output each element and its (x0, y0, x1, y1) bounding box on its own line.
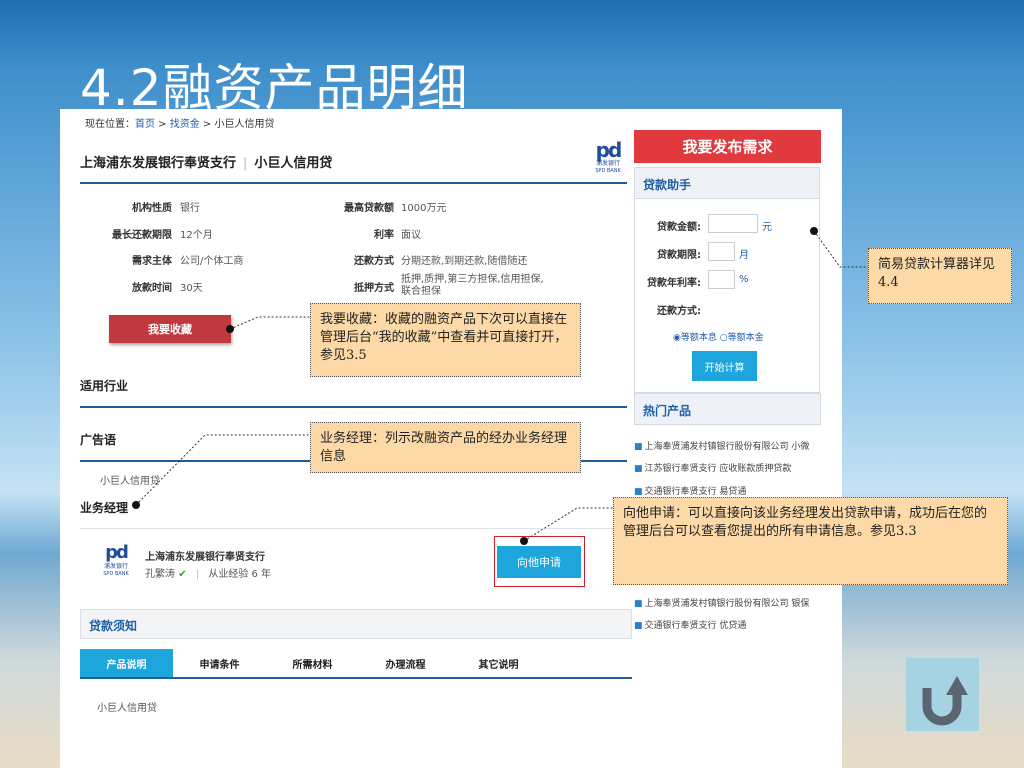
breadcrumb-section-link[interactable]: 找资金 (170, 119, 200, 130)
hot-product-item[interactable]: ■ 上海奉贤浦发村镇银行股份有限公司 小微 (634, 439, 809, 452)
manager-separator: | (195, 569, 200, 580)
calc-method-options: ◉等额本息 ○等额本金 (673, 330, 764, 343)
slogan-text: 小巨人信用贷 (100, 476, 160, 487)
info-value: 30天 (180, 283, 203, 294)
notice-content: 小巨人信用贷 (97, 703, 157, 714)
apply-to-manager-button[interactable]: 向他申请 (497, 546, 581, 578)
calc-term-unit: 月 (739, 250, 749, 261)
info-label: 还款方式 (354, 256, 394, 267)
calc-term-label: 贷款期限: (657, 250, 701, 261)
breadcrumb-separator: > (199, 119, 215, 130)
hot-product-item[interactable]: ■ 上海奉贤浦发村镇银行股份有限公司 银保 (634, 596, 809, 609)
product-bank-name: 上海浦东发展银行奉贤支行 (80, 156, 237, 171)
product-heading: 上海浦东发展银行奉贤支行 | 小巨人信用贷 (80, 152, 332, 171)
spd-logo-cn: 浦发银行 (595, 160, 620, 167)
hot-product-item[interactable]: ■ 交通银行奉贤支行 优贷通 (634, 618, 746, 631)
breadcrumb-home-link[interactable]: 首页 (135, 119, 155, 130)
callout-favorite: 我要收藏：收藏的融资产品下次可以直接在管理后台“我的收藏”中查看并可直接打开，参… (310, 303, 581, 377)
info-value: 公司/个体工商 (180, 256, 244, 267)
heading-divider (80, 182, 627, 184)
callout-manager: 业务经理：列示改融资产品的经办业务经理信息 (310, 422, 581, 473)
bullet-square-icon: ■ (634, 621, 643, 631)
info-value: 12个月 (180, 230, 213, 241)
manager-name: 孔繁涛 (145, 569, 175, 580)
calc-amount-unit: 元 (762, 222, 772, 233)
loan-helper-title: 贷款助手 (635, 168, 819, 199)
tab-other[interactable]: 其它说明 (452, 649, 545, 677)
hot-product-text: 上海奉贤浦发村镇银行股份有限公司 小微 (644, 442, 810, 452)
loan-helper-panel: 贷款助手 贷款金额: 元 贷款期限: 月 贷款年利率: % 还款方式: ◉等额本… (634, 167, 820, 393)
info-label: 最高贷款额 (344, 203, 394, 214)
radio-equal-installment[interactable]: ◉等额本息 (673, 333, 717, 343)
breadcrumb-separator: > (155, 119, 170, 130)
calc-amount-input[interactable] (708, 214, 758, 233)
calc-rate-input[interactable] (708, 270, 735, 289)
callout-apply: 向他申请：可以直接向该业务经理发出贷款申请，成功后在您的管理后台可以查看您提出的… (613, 497, 1008, 585)
bullet-square-icon: ■ (634, 464, 643, 474)
radio-label: 等额本金 (727, 333, 764, 343)
calc-method-label: 还款方式: (657, 306, 701, 317)
info-value: 1000万元 (401, 203, 447, 214)
tab-process[interactable]: 办理流程 (359, 649, 452, 677)
calc-rate-unit: % (739, 274, 749, 285)
manager-experience: 从业经验 6 年 (208, 569, 272, 580)
callout-calculator: 简易贷款计算器详见4.4 (868, 248, 1012, 304)
notice-tabs: 产品说明 申请条件 所需材料 办理流程 其它说明 (80, 649, 632, 679)
verified-badge-icon: ✔ (178, 569, 187, 580)
info-label: 最长还款期限 (112, 230, 172, 241)
hot-product-text: 江苏银行奉贤支行 应收账款质押贷款 (644, 464, 792, 474)
section-manager: 业务经理 (80, 501, 129, 515)
info-value: 抵押,质押,第三方担保,信用担保,联合担保 (401, 274, 544, 297)
radio-label: 等额本息 (680, 333, 717, 343)
hot-product-text: 上海奉贤浦发村镇银行股份有限公司 银保 (644, 599, 810, 609)
hot-product-item[interactable]: ■ 交通银行奉贤支行 易贷通 (634, 484, 746, 497)
bullet-square-icon: ■ (634, 487, 643, 497)
manager-bank-logo: pd 浦发银行 SPD BANK (100, 542, 132, 578)
spd-logo-mark: pd (105, 542, 129, 563)
return-button[interactable] (906, 658, 979, 731)
tab-conditions[interactable]: 申请条件 (173, 649, 266, 677)
hot-product-text: 交通银行奉贤支行 易贷通 (644, 487, 747, 497)
manager-meta: 孔繁涛 ✔ | 从业经验 6 年 (145, 565, 271, 580)
breadcrumb-current: 小巨人信用贷 (214, 119, 275, 130)
info-value: 银行 (180, 203, 200, 214)
breadcrumb-prefix: 现在位置： (85, 119, 135, 130)
breadcrumb: 现在位置：首页 > 找资金 > 小巨人信用贷 (85, 115, 275, 130)
hot-product-text: 交通银行奉贤支行 优贷通 (644, 621, 747, 631)
publish-demand-button[interactable]: 我要发布需求 (634, 130, 821, 163)
spd-logo-mark: pd (595, 138, 623, 162)
tab-product-description[interactable]: 产品说明 (80, 649, 173, 677)
info-label: 放款时间 (132, 283, 172, 294)
calc-rate-label: 贷款年利率: (647, 278, 701, 289)
info-value: 面议 (401, 230, 421, 241)
calc-term-input[interactable] (708, 242, 735, 261)
spd-logo-en: SPD BANK (103, 571, 129, 577)
bullet-square-icon: ■ (634, 442, 643, 452)
favorite-button[interactable]: 我要收藏 (109, 315, 231, 343)
info-label: 机构性质 (132, 203, 172, 214)
tab-materials[interactable]: 所需材料 (266, 649, 359, 677)
spd-logo-cn: 浦发银行 (103, 563, 128, 570)
manager-bank: 上海浦东发展银行奉贤支行 (145, 552, 265, 563)
u-turn-return-icon (922, 676, 968, 726)
bullet-square-icon: ■ (634, 599, 643, 609)
section-industry: 适用行业 (80, 379, 129, 393)
product-name: 小巨人信用贷 (254, 156, 333, 171)
heading-separator: | (243, 156, 248, 171)
info-label: 抵押方式 (354, 283, 394, 294)
hot-product-item[interactable]: ■ 江苏银行奉贤支行 应收账款质押贷款 (634, 461, 791, 474)
section-slogan: 广告语 (80, 433, 117, 447)
loan-notice-header: 贷款须知 (80, 609, 632, 639)
info-label: 利率 (374, 230, 394, 241)
industry-divider (80, 406, 627, 408)
hot-products-title: 热门产品 (634, 393, 821, 425)
start-calculation-button[interactable]: 开始计算 (692, 351, 757, 381)
info-label: 需求主体 (132, 256, 172, 267)
spd-bank-logo: pd 浦发银行 SPD BANK (590, 140, 626, 174)
spd-logo-en: SPD BANK (595, 168, 621, 174)
calc-amount-label: 贷款金额: (657, 222, 701, 233)
info-value: 分期还款,到期还款,随借随还 (401, 256, 528, 267)
radio-equal-principal[interactable]: ○等额本金 (720, 333, 764, 343)
